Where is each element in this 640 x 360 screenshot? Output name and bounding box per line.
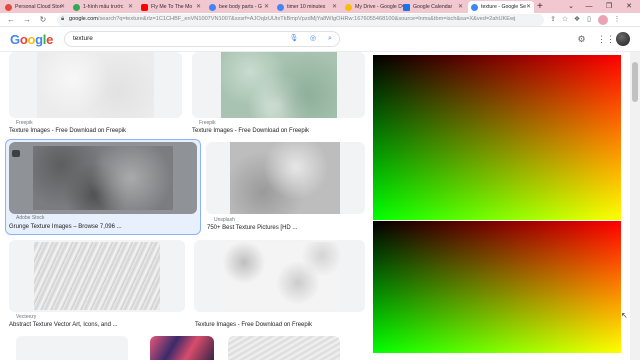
avatar[interactable] [616,32,630,46]
logo-letter: e [46,32,54,47]
reload-button[interactable]: ↻ [38,15,48,25]
new-tab-button[interactable]: + [537,0,543,13]
result-thumb-container[interactable] [9,240,185,312]
result-thumbnail[interactable] [221,52,337,118]
result-title[interactable]: Grunge Texture Images – Browse 7,096 ... [9,224,122,230]
gear-icon[interactable]: ⚙ [576,34,587,45]
drive-favicon-icon [73,3,80,11]
google-favicon-icon [209,3,216,11]
result-thumb-container[interactable] [194,240,365,312]
scrollbar-thumb[interactable] [632,62,638,102]
sidebar-icon[interactable]: ▯ [584,15,594,25]
close-tab-icon[interactable]: ✕ [458,3,463,11]
lens-icon[interactable]: ◎ [308,34,318,44]
google-favicon-icon [277,3,284,11]
result-title[interactable]: Texture Images - Free Download on Freepi… [192,128,309,134]
preview-image[interactable] [373,55,621,220]
profile-avatar[interactable] [598,15,608,25]
tab-bee-body[interactable]: bee body parts - G ✕ [206,1,272,13]
result-source[interactable]: Freepik [16,120,33,126]
tab-strip: Personal Cloud Stor ✕ 1-hình mẫu trước ✕… [0,0,640,13]
result-thumb-container[interactable] [150,336,214,360]
close-tab-icon[interactable]: ✕ [128,3,133,11]
image-badge-icon [12,150,20,157]
url-text[interactable]: google.com/search?q=texture&rlz=1C1CHBF_… [69,16,529,22]
google-header: Google texture 🎙︎ ◎ ⌕ ⚙ ⋮⋮ [0,27,640,52]
tab-title: Google Calendar [413,4,453,10]
result-thumb-container[interactable] [9,142,197,214]
drive-favicon-icon [345,3,352,11]
image-results: Freepik Texture Images - Free Download o… [0,52,365,360]
tab-hinh-mau[interactable]: 1-hình mẫu trước ✕ [70,1,136,13]
result-thumbnail[interactable] [230,142,340,214]
close-tab-icon[interactable]: ✕ [60,3,65,11]
close-window-button[interactable]: ✕ [620,0,638,13]
share-icon[interactable]: ⇪ [548,15,558,25]
update-menu-button[interactable]: ⋮ [612,15,622,25]
tab-timer[interactable]: timer 10 minutes ✕ [274,1,340,13]
result-source[interactable]: Vecteezy [16,314,36,320]
tab-search-button[interactable]: ⌄ [562,0,580,13]
tab-title: My Drive - Google D [355,4,401,10]
mic-icon[interactable]: 🎙︎ [289,34,299,44]
tab-my-drive[interactable]: My Drive - Google D ✕ [342,1,408,13]
mouse-cursor-icon: ↖ [621,311,628,320]
browser-toolbar: ← → ↻ 🔒︎ google.com/search?q=texture&rlz… [0,13,640,27]
calendar-favicon-icon [403,3,410,11]
bookmark-star-icon[interactable]: ☆ [560,15,570,25]
close-tab-icon[interactable]: ✕ [196,3,201,11]
logo-letter: G [10,32,20,47]
address-bar[interactable]: 🔒︎ google.com/search?q=texture&rlz=1C1CH… [57,14,544,26]
search-box[interactable]: texture 🎙︎ ◎ ⌕ [64,31,340,47]
result-thumb-container[interactable] [16,336,128,360]
result-title[interactable]: 750+ Best Texture Pictures [HD ... [207,225,297,231]
search-icon[interactable]: ⌕ [325,34,335,44]
tab-fly-me[interactable]: Fly Me To The Mo ✕ [138,1,204,13]
result-source[interactable]: Unsplash [214,217,235,223]
tab-title: texture - Google Se [481,4,526,10]
close-tab-icon[interactable]: ✕ [264,3,269,11]
google-logo[interactable]: Google [10,32,53,47]
preview-image-lower[interactable] [373,221,621,353]
result-thumbnail[interactable] [37,52,154,118]
tab-calendar[interactable]: Google Calendar ✕ [400,1,466,13]
result-thumb-container[interactable] [206,142,365,214]
back-button[interactable]: ← [6,15,16,25]
tab-title: bee body parts - G [219,4,262,10]
google-favicon-icon [471,3,478,11]
forward-button[interactable]: → [22,15,32,25]
result-thumbnail[interactable] [33,146,173,210]
extensions-icon[interactable]: ❖ [572,15,582,25]
result-thumb-container[interactable] [192,52,365,118]
result-thumbnail[interactable] [220,242,340,310]
result-thumb-container[interactable] [9,52,182,118]
search-query[interactable]: texture [73,35,93,42]
close-tab-icon[interactable]: ✕ [526,3,531,11]
result-source[interactable]: Adobe Stock [16,215,44,221]
restore-button[interactable]: ❐ [600,0,618,13]
tab-texture-search[interactable]: texture - Google Se ✕ [468,1,534,13]
result-thumbnail[interactable] [34,242,160,310]
result-source[interactable]: Freepik [199,120,216,126]
minimize-button[interactable]: — [580,0,598,13]
tab-title: Personal Cloud Stor [15,4,61,10]
logo-letter: o [27,32,36,47]
result-title[interactable]: Texture Images - Free Download on Freepi… [195,322,312,328]
tab-title: Fly Me To The Mo [151,4,193,10]
cloud-favicon-icon [5,3,12,11]
lock-icon[interactable]: 🔒︎ [61,16,64,23]
preview-gradient-green [373,55,621,220]
result-title[interactable]: Texture Images - Free Download on Freepi… [9,128,126,134]
tab-personal-cloud[interactable]: Personal Cloud Stor ✕ [2,1,68,13]
preview-gradient-green [373,221,621,353]
logo-letter: g [35,32,43,47]
close-tab-icon[interactable]: ✕ [332,3,337,11]
tab-title: timer 10 minutes [287,4,326,10]
result-thumb-container[interactable] [228,336,340,360]
result-title[interactable]: Abstract Texture Vector Art, Icons, and … [9,322,118,328]
tab-title: 1-hình mẫu trước [83,4,124,10]
youtube-favicon-icon [141,3,148,11]
apps-grid-icon[interactable]: ⋮⋮ [597,34,615,45]
